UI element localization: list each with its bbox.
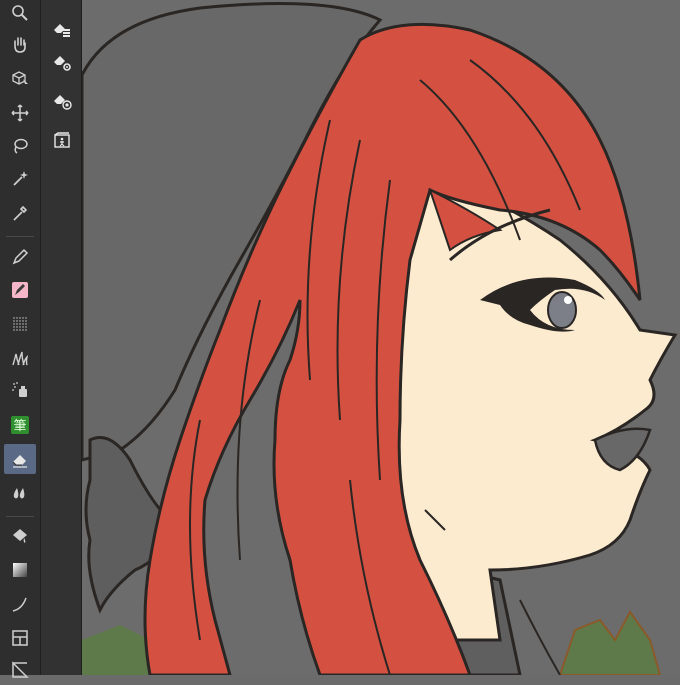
rotate-view-tool[interactable]: [4, 63, 36, 93]
zoom-icon: [12, 5, 28, 21]
eraser-tool[interactable]: [4, 444, 36, 474]
eraser-layer-icon: [54, 24, 70, 37]
gradient-tool[interactable]: [4, 555, 36, 585]
sub-tool-material-folder[interactable]: [49, 127, 75, 153]
brush-tool[interactable]: 筆: [4, 410, 36, 440]
sub-tool-eraser-settings[interactable]: [49, 49, 75, 75]
material-folder-icon: [54, 132, 70, 148]
blend-tool[interactable]: [4, 478, 36, 508]
move-icon: [11, 104, 29, 122]
tool-palette: 筆: [0, 0, 41, 678]
ruler-tool[interactable]: [4, 655, 36, 685]
airbrush-icon: [13, 317, 27, 331]
zoom-tool[interactable]: [4, 0, 36, 28]
fill-icon: [13, 529, 27, 543]
eye-highlight: [564, 296, 572, 304]
hand-tool[interactable]: [4, 30, 36, 60]
eyedropper-icon: [13, 205, 28, 221]
iris: [547, 291, 577, 329]
brush-icon: 筆: [11, 416, 29, 434]
sub-tool-palette: [41, 0, 82, 675]
sub-tool-eraser-layer[interactable]: [49, 16, 75, 42]
eyedropper-tool[interactable]: [4, 198, 36, 228]
pencil-tool[interactable]: [4, 275, 36, 305]
frame-icon: [12, 630, 28, 646]
pencil-icon: [12, 282, 28, 298]
decoration-icon: [12, 351, 29, 366]
hand-icon: [14, 37, 26, 53]
figure-icon: [12, 597, 27, 612]
illustration: [82, 0, 680, 675]
sub-tool-eraser-target[interactable]: [49, 88, 75, 114]
move-tool[interactable]: [4, 98, 36, 128]
spray-tool[interactable]: [4, 375, 36, 405]
decoration-tool[interactable]: [4, 343, 36, 373]
pen-icon: [12, 248, 29, 265]
blend-icon: [13, 488, 25, 499]
fill-tool[interactable]: [4, 521, 36, 551]
ruler-icon: [12, 661, 29, 678]
drawing-canvas[interactable]: [82, 0, 680, 675]
magic-wand-tool[interactable]: [4, 163, 36, 193]
brush-label: 筆: [13, 419, 26, 434]
lasso-tool[interactable]: [4, 131, 36, 161]
eraser-settings-icon: [54, 56, 71, 71]
rotate-view-icon: [12, 71, 28, 85]
eraser-icon: [12, 455, 27, 468]
lasso-icon: [14, 138, 28, 154]
separator: [6, 516, 34, 517]
figure-tool[interactable]: [4, 589, 36, 619]
airbrush-tool[interactable]: [4, 309, 36, 339]
magic-wand-icon: [13, 171, 28, 186]
pen-tool[interactable]: [4, 242, 36, 272]
separator: [6, 236, 34, 237]
eraser-target-icon: [54, 95, 72, 110]
frame-tool[interactable]: [4, 623, 36, 653]
spray-icon: [12, 382, 27, 397]
gradient-icon: [13, 563, 27, 577]
